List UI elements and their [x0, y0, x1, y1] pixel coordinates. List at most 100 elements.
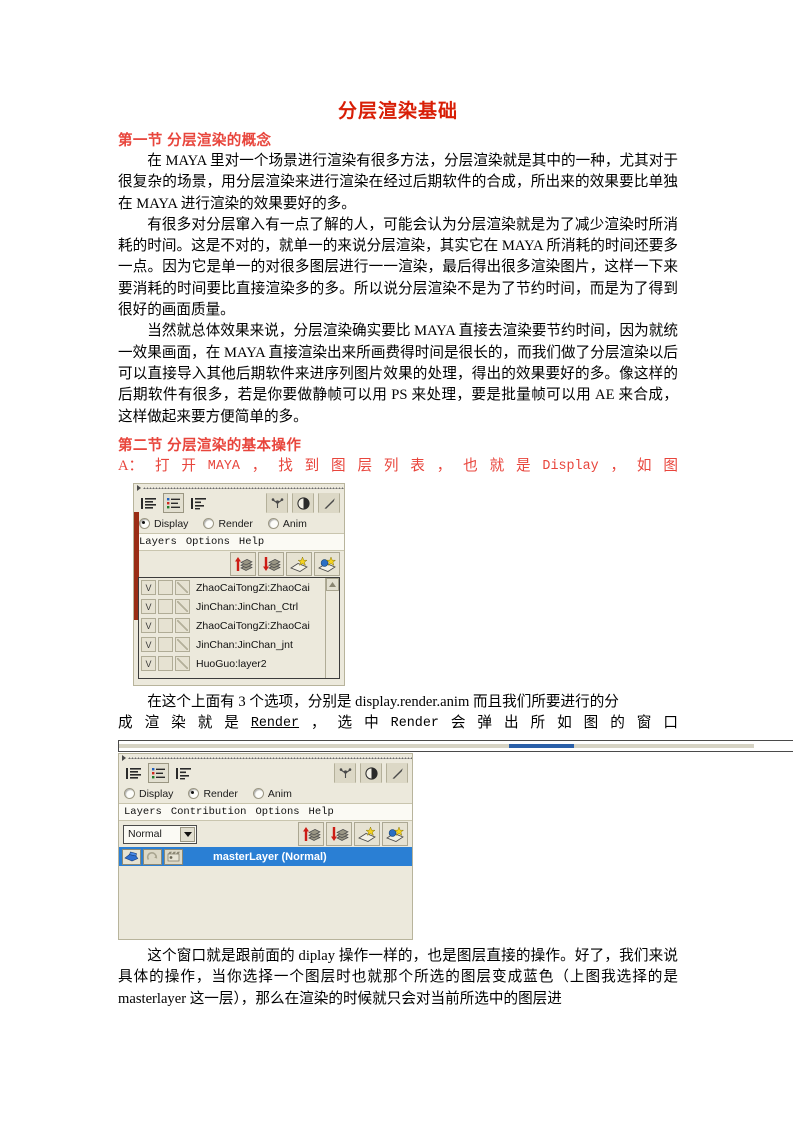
list-view-1-icon[interactable] — [138, 493, 159, 513]
particle-icon[interactable] — [266, 493, 288, 513]
light-icon[interactable] — [318, 493, 340, 513]
radio-render[interactable]: Render — [188, 788, 238, 800]
collapse-arrow-icon[interactable] — [137, 485, 141, 491]
light-icon[interactable] — [386, 763, 408, 783]
panel-drag-handle[interactable] — [119, 754, 412, 762]
menu-layers[interactable]: Layers — [124, 806, 162, 818]
maya-display-layer-editor[interactable]: Display Render Anim Layers Options Help — [133, 483, 345, 686]
display-layer-list[interactable]: V ZhaoCaiTongZi:ZhaoCai V JinChan:JinCha… — [138, 577, 340, 679]
table-row[interactable]: V ZhaoCaiTongZi:ZhaoCai — [139, 616, 339, 635]
layer-name[interactable]: masterLayer (Normal) — [213, 851, 327, 863]
p4-part-13: 所 — [530, 715, 546, 732]
list-view-2-icon[interactable] — [148, 763, 169, 783]
menu-contribution[interactable]: Contribution — [171, 806, 247, 818]
drag-dots-icon[interactable] — [143, 487, 344, 489]
step-a-part-2: 开 — [181, 457, 196, 474]
new-layer-from-selected-button[interactable] — [314, 552, 340, 576]
scroll-thumb[interactable] — [509, 744, 574, 748]
render-settings-icon[interactable] — [164, 848, 183, 865]
layer-list-scrollbar[interactable] — [325, 578, 339, 678]
layer-shading-toggle[interactable] — [175, 637, 190, 652]
p4-part-8: 中 — [364, 715, 379, 732]
move-layer-down-button[interactable] — [258, 552, 284, 576]
particle-icon[interactable] — [334, 763, 356, 783]
table-row[interactable]: V ZhaoCaiTongZi:ZhaoCai — [139, 578, 339, 597]
render-layer-empty-area[interactable] — [119, 866, 412, 930]
table-row[interactable]: V HuoGuo:layer2 — [139, 654, 339, 673]
radio-display[interactable]: Display — [139, 518, 188, 530]
paragraph-4-line-2: 成 渲 染 就 是 Render ， 选 中 Render 会 弹 出 所 如 … — [118, 713, 678, 734]
menu-help[interactable]: Help — [239, 536, 264, 548]
blend-mode-row[interactable]: Normal — [119, 821, 412, 847]
horizontal-scrollbar[interactable] — [118, 740, 793, 752]
layer-name[interactable]: JinChan:JinChan_jnt — [196, 639, 293, 651]
list-item[interactable]: masterLayer (Normal) — [119, 847, 412, 866]
table-row[interactable]: V JinChan:JinChan_Ctrl — [139, 597, 339, 616]
layer-playback-toggle[interactable] — [158, 656, 173, 671]
list-view-1-icon[interactable] — [123, 763, 144, 783]
layer-visibility-toggle[interactable]: V — [141, 580, 156, 595]
drag-dots-icon[interactable] — [128, 757, 412, 759]
menu-help[interactable]: Help — [309, 806, 334, 818]
list-view-2-icon[interactable] — [163, 493, 184, 513]
panel-toolbar[interactable] — [134, 492, 344, 514]
radio-anim[interactable]: Anim — [252, 788, 292, 800]
layer-action-buttons[interactable] — [298, 822, 408, 846]
step-a-part-4: ， — [251, 457, 267, 474]
menu-options[interactable]: Options — [186, 536, 230, 548]
menu-options[interactable]: Options — [255, 806, 299, 818]
layer-name[interactable]: JinChan:JinChan_Ctrl — [196, 601, 298, 613]
scroll-trough[interactable] — [574, 744, 754, 748]
layer-name[interactable]: HuoGuo:layer2 — [196, 658, 267, 670]
shading-icon[interactable] — [292, 493, 314, 513]
render-layer-list[interactable]: masterLayer (Normal) — [119, 847, 412, 931]
list-view-3-icon[interactable] — [173, 763, 194, 783]
new-layer-button[interactable] — [286, 552, 312, 576]
p4-part-6: ， — [310, 715, 326, 732]
panel-menubar[interactable]: Layers Contribution Options Help — [119, 803, 412, 821]
move-layer-up-button[interactable] — [230, 552, 256, 576]
radio-render[interactable]: Render — [203, 518, 253, 530]
layer-name[interactable]: ZhaoCaiTongZi:ZhaoCai — [196, 620, 310, 632]
section-heading-1: 第一节 分层渲染的概念 — [118, 133, 272, 149]
panel-drag-handle[interactable] — [134, 484, 344, 492]
scroll-trough[interactable] — [119, 744, 509, 748]
layer-action-buttons[interactable] — [134, 551, 344, 577]
collapse-arrow-icon[interactable] — [122, 755, 126, 761]
layer-shading-toggle[interactable] — [175, 599, 190, 614]
layer-shading-toggle[interactable] — [175, 580, 190, 595]
layer-visibility-toggle[interactable]: V — [141, 599, 156, 614]
layer-shading-toggle[interactable] — [175, 618, 190, 633]
list-view-3-icon[interactable] — [188, 493, 209, 513]
layer-playback-toggle[interactable] — [158, 599, 173, 614]
layer-visibility-toggle[interactable]: V — [141, 656, 156, 671]
panel-toolbar[interactable] — [119, 762, 412, 784]
refresh-icon[interactable] — [143, 848, 162, 865]
radio-anim[interactable]: Anim — [267, 518, 307, 530]
new-layer-from-selected-button[interactable] — [382, 822, 408, 846]
layer-shading-toggle[interactable] — [175, 656, 190, 671]
blend-mode-dropdown[interactable]: Normal — [123, 824, 197, 844]
layer-playback-toggle[interactable] — [158, 580, 173, 595]
layer-playback-toggle[interactable] — [158, 618, 173, 633]
layer-playback-toggle[interactable] — [158, 637, 173, 652]
panel-menubar[interactable]: Layers Options Help — [134, 533, 344, 551]
move-layer-up-button[interactable] — [298, 822, 324, 846]
table-row[interactable]: V JinChan:JinChan_jnt — [139, 635, 339, 654]
maya-render-layer-editor[interactable]: Display Render Anim Layers Contribution … — [118, 753, 413, 940]
renderable-toggle-icon[interactable] — [122, 848, 141, 865]
mode-radio-group[interactable]: Display Render Anim — [119, 784, 412, 803]
p4-part-9: Render — [390, 716, 439, 732]
mode-radio-group[interactable]: Display Render Anim — [134, 514, 344, 533]
layer-visibility-toggle[interactable]: V — [141, 637, 156, 652]
new-layer-button[interactable] — [354, 822, 380, 846]
chevron-down-icon[interactable] — [180, 826, 195, 842]
scroll-up-arrow-icon[interactable] — [326, 578, 339, 591]
layer-name[interactable]: ZhaoCaiTongZi:ZhaoCai — [196, 582, 310, 594]
menu-layers[interactable]: Layers — [139, 536, 177, 548]
move-layer-down-button[interactable] — [326, 822, 352, 846]
radio-display[interactable]: Display — [124, 788, 173, 800]
layer-visibility-toggle[interactable]: V — [141, 618, 156, 633]
step-a-part-5: 找 — [278, 457, 293, 474]
shading-icon[interactable] — [360, 763, 382, 783]
